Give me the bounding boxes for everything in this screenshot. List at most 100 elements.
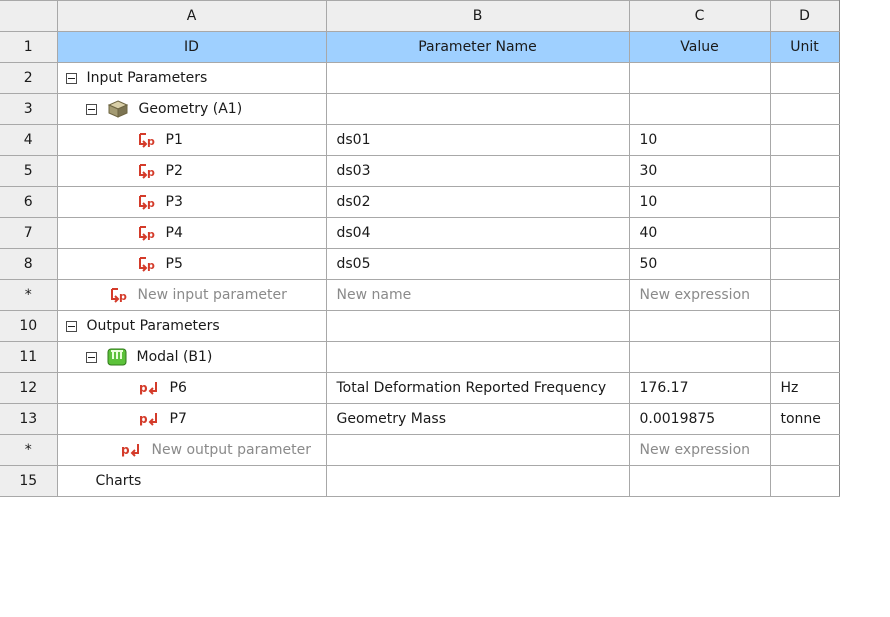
empty-cell[interactable] (769, 341, 840, 373)
empty-cell[interactable] (769, 434, 840, 466)
empty-cell[interactable] (628, 93, 771, 125)
parameter-id-cell[interactable]: p P6 (56, 372, 327, 404)
row-number[interactable]: * (0, 279, 58, 311)
modal-row: 11 Modal (B1) (0, 341, 840, 373)
empty-cell[interactable] (628, 62, 771, 94)
minus-box-icon[interactable] (85, 103, 97, 115)
parameter-id-cell[interactable]: p P5 (56, 248, 327, 280)
minus-box-icon[interactable] (65, 72, 77, 84)
parameter-value-cell[interactable]: 10 (628, 124, 771, 156)
input-parameter-icon: p (110, 286, 128, 304)
row-number[interactable]: 4 (0, 124, 58, 156)
new-name-cell[interactable]: New name (325, 279, 630, 311)
parameter-id-cell[interactable]: p P7 (56, 403, 327, 435)
parameter-id-cell[interactable]: p P3 (56, 186, 327, 218)
parameter-value-cell[interactable]: 0.0019875 (628, 403, 771, 435)
parameter-name-cell[interactable]: Geometry Mass (325, 403, 630, 435)
column-header-a[interactable]: A (56, 0, 327, 32)
minus-box-icon[interactable] (65, 320, 77, 332)
row-number[interactable]: 12 (0, 372, 58, 404)
empty-cell[interactable] (628, 310, 771, 342)
title-cell-unit[interactable]: Unit (769, 31, 840, 63)
parameter-unit-cell[interactable] (769, 186, 840, 218)
corner-cell[interactable] (0, 0, 58, 32)
parameter-name-cell[interactable]: ds04 (325, 217, 630, 249)
row-number[interactable]: 15 (0, 465, 58, 497)
row-number[interactable]: 13 (0, 403, 58, 435)
input-group-cell[interactable]: Input Parameters (56, 62, 327, 94)
parameter-id-cell[interactable]: p P2 (56, 155, 327, 187)
row-number[interactable]: 5 (0, 155, 58, 187)
empty-cell[interactable] (628, 465, 771, 497)
empty-cell[interactable] (325, 341, 630, 373)
parameter-row: 6 p P3 ds02 10 (0, 186, 840, 218)
parameter-name-cell[interactable]: ds05 (325, 248, 630, 280)
title-cell-parameter-name[interactable]: Parameter Name (325, 31, 630, 63)
parameter-id-cell[interactable]: p P1 (56, 124, 327, 156)
empty-cell[interactable] (769, 465, 840, 497)
empty-cell[interactable] (325, 93, 630, 125)
empty-cell[interactable] (325, 434, 630, 466)
svg-text:p: p (121, 443, 130, 457)
parameter-row: 4 p P1 ds01 10 (0, 124, 840, 156)
output-group-row: 10 Output Parameters (0, 310, 840, 342)
parameter-name-cell[interactable]: Total Deformation Reported Frequency (325, 372, 630, 404)
empty-cell[interactable] (628, 341, 771, 373)
empty-cell[interactable] (769, 93, 840, 125)
new-expression-cell[interactable]: New expression (628, 279, 771, 311)
parameter-unit-cell[interactable] (769, 248, 840, 280)
column-header-row: A B C D (0, 0, 840, 32)
parameter-value-cell[interactable]: 40 (628, 217, 771, 249)
minus-box-icon[interactable] (85, 351, 97, 363)
parameter-value-cell[interactable]: 10 (628, 186, 771, 218)
svg-text:p: p (139, 381, 148, 395)
parameter-name-cell[interactable]: ds02 (325, 186, 630, 218)
parameter-name-cell[interactable]: ds01 (325, 124, 630, 156)
parameter-row: 13 p P7 Geometry Mass 0.0019875 tonne (0, 403, 840, 435)
column-header-b[interactable]: B (325, 0, 630, 32)
row-number[interactable]: 3 (0, 93, 58, 125)
parameter-value-cell[interactable]: 30 (628, 155, 771, 187)
empty-cell[interactable] (769, 279, 840, 311)
parameter-unit-cell[interactable] (769, 217, 840, 249)
svg-text:p: p (147, 259, 155, 272)
charts-cell[interactable]: Charts (56, 465, 327, 497)
parameter-unit-cell[interactable]: Hz (769, 372, 840, 404)
parameter-unit-cell[interactable] (769, 155, 840, 187)
title-cell-value[interactable]: Value (628, 31, 771, 63)
column-header-d[interactable]: D (769, 0, 840, 32)
input-parameter-icon: p (138, 162, 156, 180)
geometry-cell[interactable]: Geometry (A1) (56, 93, 327, 125)
row-number[interactable]: 2 (0, 62, 58, 94)
row-number[interactable]: 7 (0, 217, 58, 249)
parameter-row: 5 p P2 ds03 30 (0, 155, 840, 187)
parameter-value-cell[interactable]: 50 (628, 248, 771, 280)
modal-cell[interactable]: Modal (B1) (56, 341, 327, 373)
empty-cell[interactable] (769, 62, 840, 94)
new-expression-cell[interactable]: New expression (628, 434, 771, 466)
row-number[interactable]: 6 (0, 186, 58, 218)
parameter-unit-cell[interactable] (769, 124, 840, 156)
row-number[interactable]: 11 (0, 341, 58, 373)
empty-cell[interactable] (325, 62, 630, 94)
svg-text:p: p (147, 197, 155, 210)
parameter-id-cell[interactable]: p P4 (56, 217, 327, 249)
row-number[interactable]: 8 (0, 248, 58, 280)
empty-cell[interactable] (325, 310, 630, 342)
output-group-cell[interactable]: Output Parameters (56, 310, 327, 342)
row-number[interactable]: 1 (0, 31, 58, 63)
parameter-name-cell[interactable]: ds03 (325, 155, 630, 187)
parameter-unit-cell[interactable]: tonne (769, 403, 840, 435)
column-header-c[interactable]: C (628, 0, 771, 32)
parameter-id: P6 (169, 380, 187, 396)
row-number[interactable]: * (0, 434, 58, 466)
row-number[interactable]: 10 (0, 310, 58, 342)
title-cell-id[interactable]: ID (56, 31, 327, 63)
parameter-value-cell[interactable]: 176.17 (628, 372, 771, 404)
empty-cell[interactable] (769, 310, 840, 342)
new-input-parameter-placeholder: New input parameter (137, 287, 287, 303)
new-input-parameter-cell[interactable]: p New input parameter (56, 279, 327, 311)
new-output-parameter-cell[interactable]: p New output parameter (56, 434, 327, 466)
empty-cell[interactable] (325, 465, 630, 497)
output-parameter-icon: p (138, 379, 160, 397)
